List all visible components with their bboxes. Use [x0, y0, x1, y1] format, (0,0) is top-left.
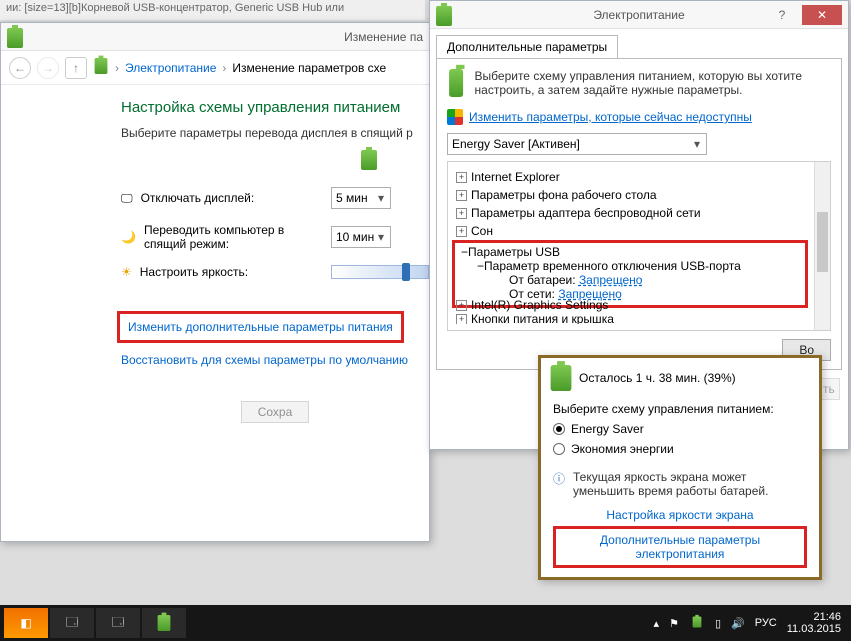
val-battery[interactable]: Запрещено: [579, 273, 642, 287]
label-sleep: Переводить компьютер в спящий режим:: [144, 223, 321, 251]
tree-usb-suspend[interactable]: Параметр временного отключения USB-порта: [484, 259, 741, 273]
moon-icon: 🌙: [121, 230, 136, 244]
settings-tree[interactable]: +Internet Explorer +Параметры фона рабоч…: [447, 161, 831, 331]
tree-wifi[interactable]: Параметры адаптера беспроводной сети: [471, 204, 701, 222]
label-brightness: Настроить яркость:: [140, 265, 248, 279]
start-button[interactable]: ◧: [4, 608, 48, 638]
close-button[interactable]: ✕: [802, 5, 842, 25]
save-button[interactable]: Сохра: [241, 401, 310, 423]
help-button[interactable]: ?: [762, 5, 802, 25]
battery-status: Осталось 1 ч. 38 мин. (39%): [579, 371, 736, 385]
tray-up-icon[interactable]: ▴: [654, 617, 660, 630]
tray-volume-icon[interactable]: 🔊: [731, 617, 745, 630]
tray-flag-icon[interactable]: ⚑: [669, 617, 679, 630]
taskbar: ◧ 🗔 🗔 ▴ ⚑ ▯ 🔊 РУС 21:46 11.03.2015: [0, 605, 851, 641]
tray-network-icon[interactable]: ▯: [715, 617, 721, 630]
background-text: ии: [size=13][b]Корневой USB-концентрато…: [0, 0, 425, 20]
tree-ie[interactable]: Internet Explorer: [471, 168, 560, 186]
radio-energy-saver[interactable]: [553, 423, 565, 435]
edit-plan-window: Изменение па ← → ↑ › Электропитание › Из…: [0, 22, 430, 542]
battery-icon: [551, 365, 572, 391]
battery-icon: [361, 150, 377, 170]
shield-icon: [447, 109, 463, 125]
page-heading: Настройка схемы управления питанием: [121, 99, 429, 116]
opt-economy[interactable]: Экономия энергии: [571, 442, 674, 456]
tree-lid[interactable]: Кнопки питания и крышка: [471, 314, 614, 324]
brightness-slider[interactable]: [331, 265, 429, 279]
tree-intel[interactable]: Intel(R) Graphics Settings: [471, 296, 608, 314]
uac-link[interactable]: Изменить параметры, которые сейчас недос…: [469, 110, 752, 124]
tray-battery-icon[interactable]: [689, 612, 705, 635]
tray-time[interactable]: 21:46: [813, 611, 841, 623]
radio-economy[interactable]: [553, 443, 565, 455]
info-icon: ⓘ: [553, 470, 565, 498]
display-off-dropdown[interactable]: 5 мин: [331, 187, 391, 209]
task-button[interactable]: 🗔: [96, 608, 140, 638]
dialog-title: Электропитание: [593, 8, 684, 22]
task-power-options[interactable]: [142, 608, 186, 638]
label-display-off: Отключать дисплей:: [141, 191, 255, 205]
window-title: Изменение па: [344, 30, 423, 44]
restore-defaults-link[interactable]: Восстановить для схемы параметры по умол…: [121, 353, 408, 367]
sun-icon: ☀: [121, 265, 132, 279]
battery-icon: [93, 56, 109, 79]
more-power-options-link[interactable]: Дополнительные параметры электропитания: [600, 533, 760, 561]
sleep-dropdown[interactable]: 10 мин: [331, 226, 391, 248]
change-advanced-link[interactable]: Изменить дополнительные параметры питани…: [128, 320, 393, 334]
breadcrumb-bar: ← → ↑ › Электропитание › Изменение парам…: [1, 51, 429, 85]
intro-text: Выберите схему управления питанием, кото…: [475, 69, 831, 97]
tab-advanced[interactable]: Дополнительные параметры: [436, 35, 618, 58]
plan-dropdown[interactable]: Energy Saver [Активен]: [447, 133, 707, 155]
choose-plan-label: Выберите схему управления питанием:: [553, 402, 807, 416]
titlebar: Изменение па: [1, 23, 429, 51]
battery-flyout: Осталось 1 ч. 38 мин. (39%) Выберите схе…: [538, 355, 822, 580]
scrollbar[interactable]: [814, 162, 830, 330]
battery-icon: [7, 28, 25, 46]
battery-icon: [449, 69, 462, 97]
page-subtext: Выберите параметры перевода дисплея в сп…: [121, 126, 429, 140]
up-button[interactable]: ↑: [65, 57, 87, 79]
opt-energy-saver[interactable]: Energy Saver: [571, 422, 644, 436]
brightness-note: Текущая яркость экрана может уменьшить в…: [573, 470, 807, 498]
breadcrumb-power[interactable]: Электропитание: [125, 61, 216, 75]
lbl-battery: От батареи:: [509, 273, 576, 287]
display-icon: 🖵: [121, 191, 133, 206]
tree-usb[interactable]: Параметры USB: [468, 245, 560, 259]
back-button[interactable]: ←: [9, 57, 31, 79]
breadcrumb-current: Изменение параметров схе: [232, 61, 386, 75]
adjust-brightness-link[interactable]: Настройка яркости экрана: [606, 508, 753, 522]
tree-sleep[interactable]: Сон: [471, 222, 493, 240]
tray-date[interactable]: 11.03.2015: [787, 623, 841, 635]
tree-wallpaper[interactable]: Параметры фона рабочего стола: [471, 186, 657, 204]
battery-icon: [436, 6, 454, 24]
forward-button[interactable]: →: [37, 57, 59, 79]
task-button[interactable]: 🗔: [50, 608, 94, 638]
tray-lang[interactable]: РУС: [755, 617, 777, 629]
